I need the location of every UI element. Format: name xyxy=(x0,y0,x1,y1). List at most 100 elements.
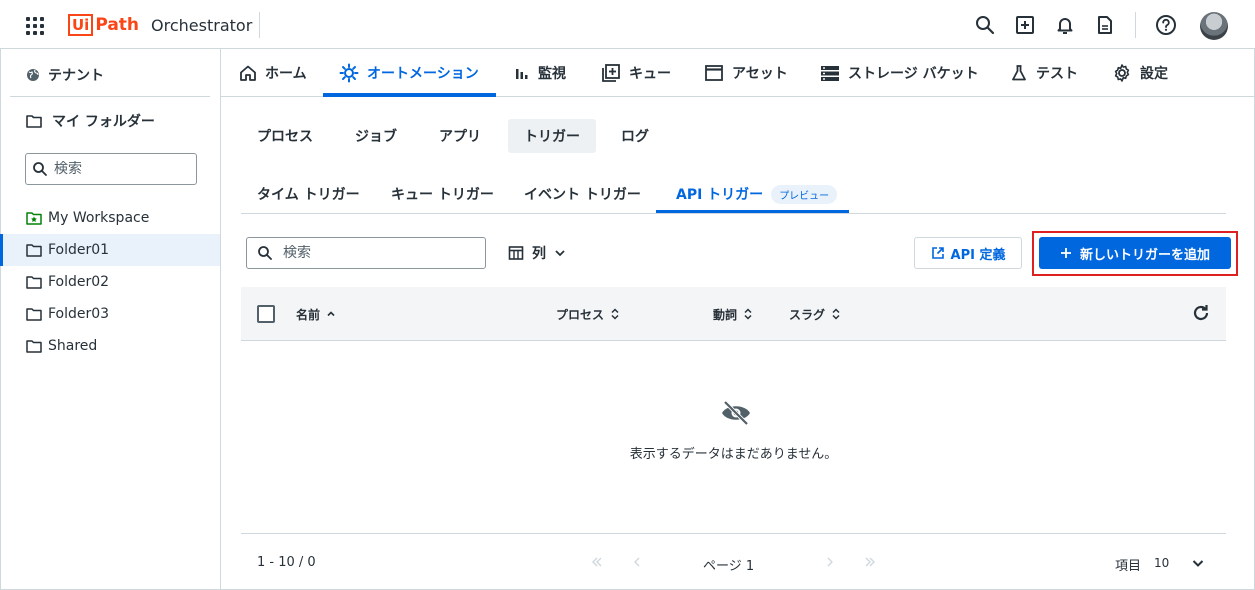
column-header-process[interactable]: プロセス xyxy=(556,287,620,341)
column-header-verb[interactable]: 動詞 xyxy=(713,287,753,341)
footer-divider xyxy=(241,533,1226,534)
nav-queues[interactable]: キュー xyxy=(601,49,671,97)
columns-button[interactable]: 列 xyxy=(508,237,566,269)
tab-time-triggers[interactable]: タイム トリガー xyxy=(257,176,360,212)
folder-icon xyxy=(26,115,42,128)
trigger-tabs-divider xyxy=(241,213,1226,214)
api-definition-button[interactable]: API 定義 xyxy=(914,237,1022,269)
next-page-icon[interactable] xyxy=(824,556,836,571)
bell-icon[interactable] xyxy=(1054,14,1076,36)
trigger-search-field[interactable] xyxy=(246,237,486,269)
tab-event-triggers[interactable]: イベント トリガー xyxy=(524,176,641,212)
tab-queue-triggers[interactable]: キュー トリガー xyxy=(391,176,494,212)
subtab-apps[interactable]: アプリ xyxy=(423,119,497,153)
home-icon xyxy=(240,65,256,81)
columns-label: 列 xyxy=(532,246,546,262)
folder-item-folder01[interactable]: Folder01 xyxy=(0,234,220,266)
refresh-icon[interactable] xyxy=(1191,303,1211,327)
folder-label: Folder02 xyxy=(48,274,110,290)
nav-automation[interactable]: オートメーション xyxy=(339,49,479,97)
my-folder-item[interactable]: マイ フォルダー xyxy=(26,111,155,131)
columns-icon xyxy=(508,246,524,260)
sort-icon xyxy=(611,308,619,320)
nav-label: 監視 xyxy=(538,66,566,82)
items-per-page-value[interactable]: 10 xyxy=(1154,556,1169,570)
column-label: プロセス xyxy=(556,307,605,322)
subtab-jobs[interactable]: ジョブ xyxy=(339,119,413,153)
folder-label: Folder03 xyxy=(48,306,110,322)
nav-storage-buckets[interactable]: ストレージ バケット xyxy=(820,49,979,97)
automation-icon xyxy=(339,63,359,83)
nav-label: キュー xyxy=(629,66,671,82)
document-icon[interactable] xyxy=(1094,14,1116,36)
nav-label: ストレージ バケット xyxy=(848,66,979,82)
chevron-down-icon[interactable] xyxy=(1191,556,1205,574)
select-all-checkbox[interactable] xyxy=(257,305,275,323)
folder-search-input[interactable] xyxy=(54,161,174,177)
last-page-icon[interactable] xyxy=(864,556,876,571)
column-header-name[interactable]: 名前 xyxy=(296,287,336,341)
gear-icon xyxy=(1114,64,1130,82)
subtab-triggers[interactable]: トリガー xyxy=(508,119,596,153)
search-icon[interactable] xyxy=(974,14,996,36)
folder-icon xyxy=(26,340,42,353)
trigger-tab-active-indicator xyxy=(656,210,849,213)
search-icon xyxy=(33,162,47,176)
trigger-search-input[interactable] xyxy=(283,245,463,261)
nav-assets[interactable]: アセット xyxy=(704,49,788,97)
user-avatar[interactable] xyxy=(1200,12,1228,40)
nav-home[interactable]: ホーム xyxy=(239,49,307,97)
apps-grid-icon[interactable] xyxy=(26,17,44,35)
asset-icon xyxy=(705,65,723,81)
nav-label: アセット xyxy=(732,66,788,82)
globe-icon xyxy=(27,69,39,81)
sort-icon xyxy=(744,308,752,320)
column-label: スラグ xyxy=(789,307,826,322)
add-trigger-button[interactable]: 新しいトリガーを追加 xyxy=(1039,237,1231,269)
column-header-slug[interactable]: スラグ xyxy=(789,287,841,341)
api-definition-label: API 定義 xyxy=(950,247,1006,263)
uipath-logo[interactable]: Ui Path Orchestrator xyxy=(68,13,252,37)
header-divider xyxy=(1135,12,1136,38)
folder-item-my-workspace[interactable]: My Workspace xyxy=(0,202,220,234)
folder-icon xyxy=(26,244,42,257)
column-label: 名前 xyxy=(296,307,321,322)
storage-icon xyxy=(821,66,839,81)
page-indicator: ページ 1 xyxy=(703,559,755,574)
subtab-logs[interactable]: ログ xyxy=(605,119,665,153)
nav-label: テスト xyxy=(1036,66,1078,82)
first-page-icon[interactable] xyxy=(591,556,603,571)
nav-monitoring[interactable]: 監視 xyxy=(514,49,566,97)
folder-item-shared[interactable]: Shared xyxy=(0,330,220,362)
tenant-item[interactable]: テナント xyxy=(26,65,104,85)
prev-page-icon[interactable] xyxy=(631,556,643,571)
flask-icon xyxy=(1012,65,1026,81)
logo-path: Path xyxy=(95,15,140,35)
hidden-eye-icon xyxy=(720,399,752,431)
nav-testing[interactable]: テスト xyxy=(1010,49,1078,97)
sort-icon xyxy=(832,308,840,320)
folder-search-field[interactable] xyxy=(25,153,197,185)
nav-label: オートメーション xyxy=(367,66,479,82)
monitoring-icon xyxy=(516,69,528,79)
nav-settings[interactable]: 設定 xyxy=(1112,49,1168,97)
help-icon[interactable] xyxy=(1155,14,1177,36)
chevron-down-icon xyxy=(555,250,565,257)
folder-icon xyxy=(26,308,42,321)
main-navigation: ホーム オートメーション 監視 キュー アセット ストレージ バケット テスト … xyxy=(221,49,1255,97)
nav-label: 設定 xyxy=(1140,66,1168,82)
folder-item-folder02[interactable]: Folder02 xyxy=(0,266,220,298)
top-header: Ui Path Orchestrator xyxy=(0,0,1255,49)
add-box-icon[interactable] xyxy=(1014,14,1036,36)
sort-ascending-icon xyxy=(327,311,335,317)
preview-badge: プレビュー xyxy=(771,184,838,204)
logo-mark: Ui xyxy=(68,14,94,36)
folder-label: Folder01 xyxy=(48,242,110,258)
product-name: Orchestrator xyxy=(151,15,253,35)
folder-item-folder03[interactable]: Folder03 xyxy=(0,298,220,330)
folder-list: My Workspace Folder01 Folder02 Folder03 … xyxy=(0,202,220,362)
tab-api-triggers[interactable]: API トリガー プレビュー xyxy=(676,176,838,212)
item-range: 1 - 10 / 0 xyxy=(257,555,316,570)
subtab-processes[interactable]: プロセス xyxy=(241,119,329,153)
plus-icon xyxy=(1060,248,1071,258)
